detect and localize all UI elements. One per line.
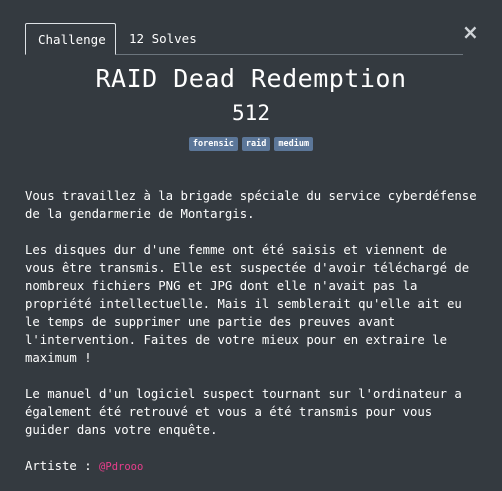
challenge-description: Vous travaillez à la brigade spéciale du… <box>25 187 480 491</box>
description-paragraph: Vous travaillez à la brigade spéciale du… <box>25 189 477 221</box>
tag-medium: medium <box>274 137 314 151</box>
artist-link[interactable]: @Pdrooo <box>99 461 143 473</box>
artist-line: Artiste : @Pdrooo <box>25 457 480 476</box>
challenge-modal: Challenge 12 Solves × RAID Dead Redempti… <box>0 0 502 491</box>
description-paragraph: Les disques dur d'une femme ont été sais… <box>25 243 470 365</box>
challenge-tags: forensic raid medium <box>0 137 502 151</box>
description-paragraph: Le manuel d'un logiciel suspect tournant… <box>25 387 462 437</box>
tag-raid: raid <box>241 137 271 151</box>
tag-forensic: forensic <box>188 137 238 151</box>
challenge-points: 512 <box>232 101 270 125</box>
tab-solves[interactable]: 12 Solves <box>117 23 209 55</box>
close-icon[interactable]: × <box>462 22 479 42</box>
challenge-tabs: Challenge 12 Solves <box>25 23 463 55</box>
tab-challenge[interactable]: Challenge <box>25 23 116 55</box>
artist-label: Artiste : <box>25 459 100 473</box>
challenge-title: RAID Dead Redemption <box>95 64 407 93</box>
